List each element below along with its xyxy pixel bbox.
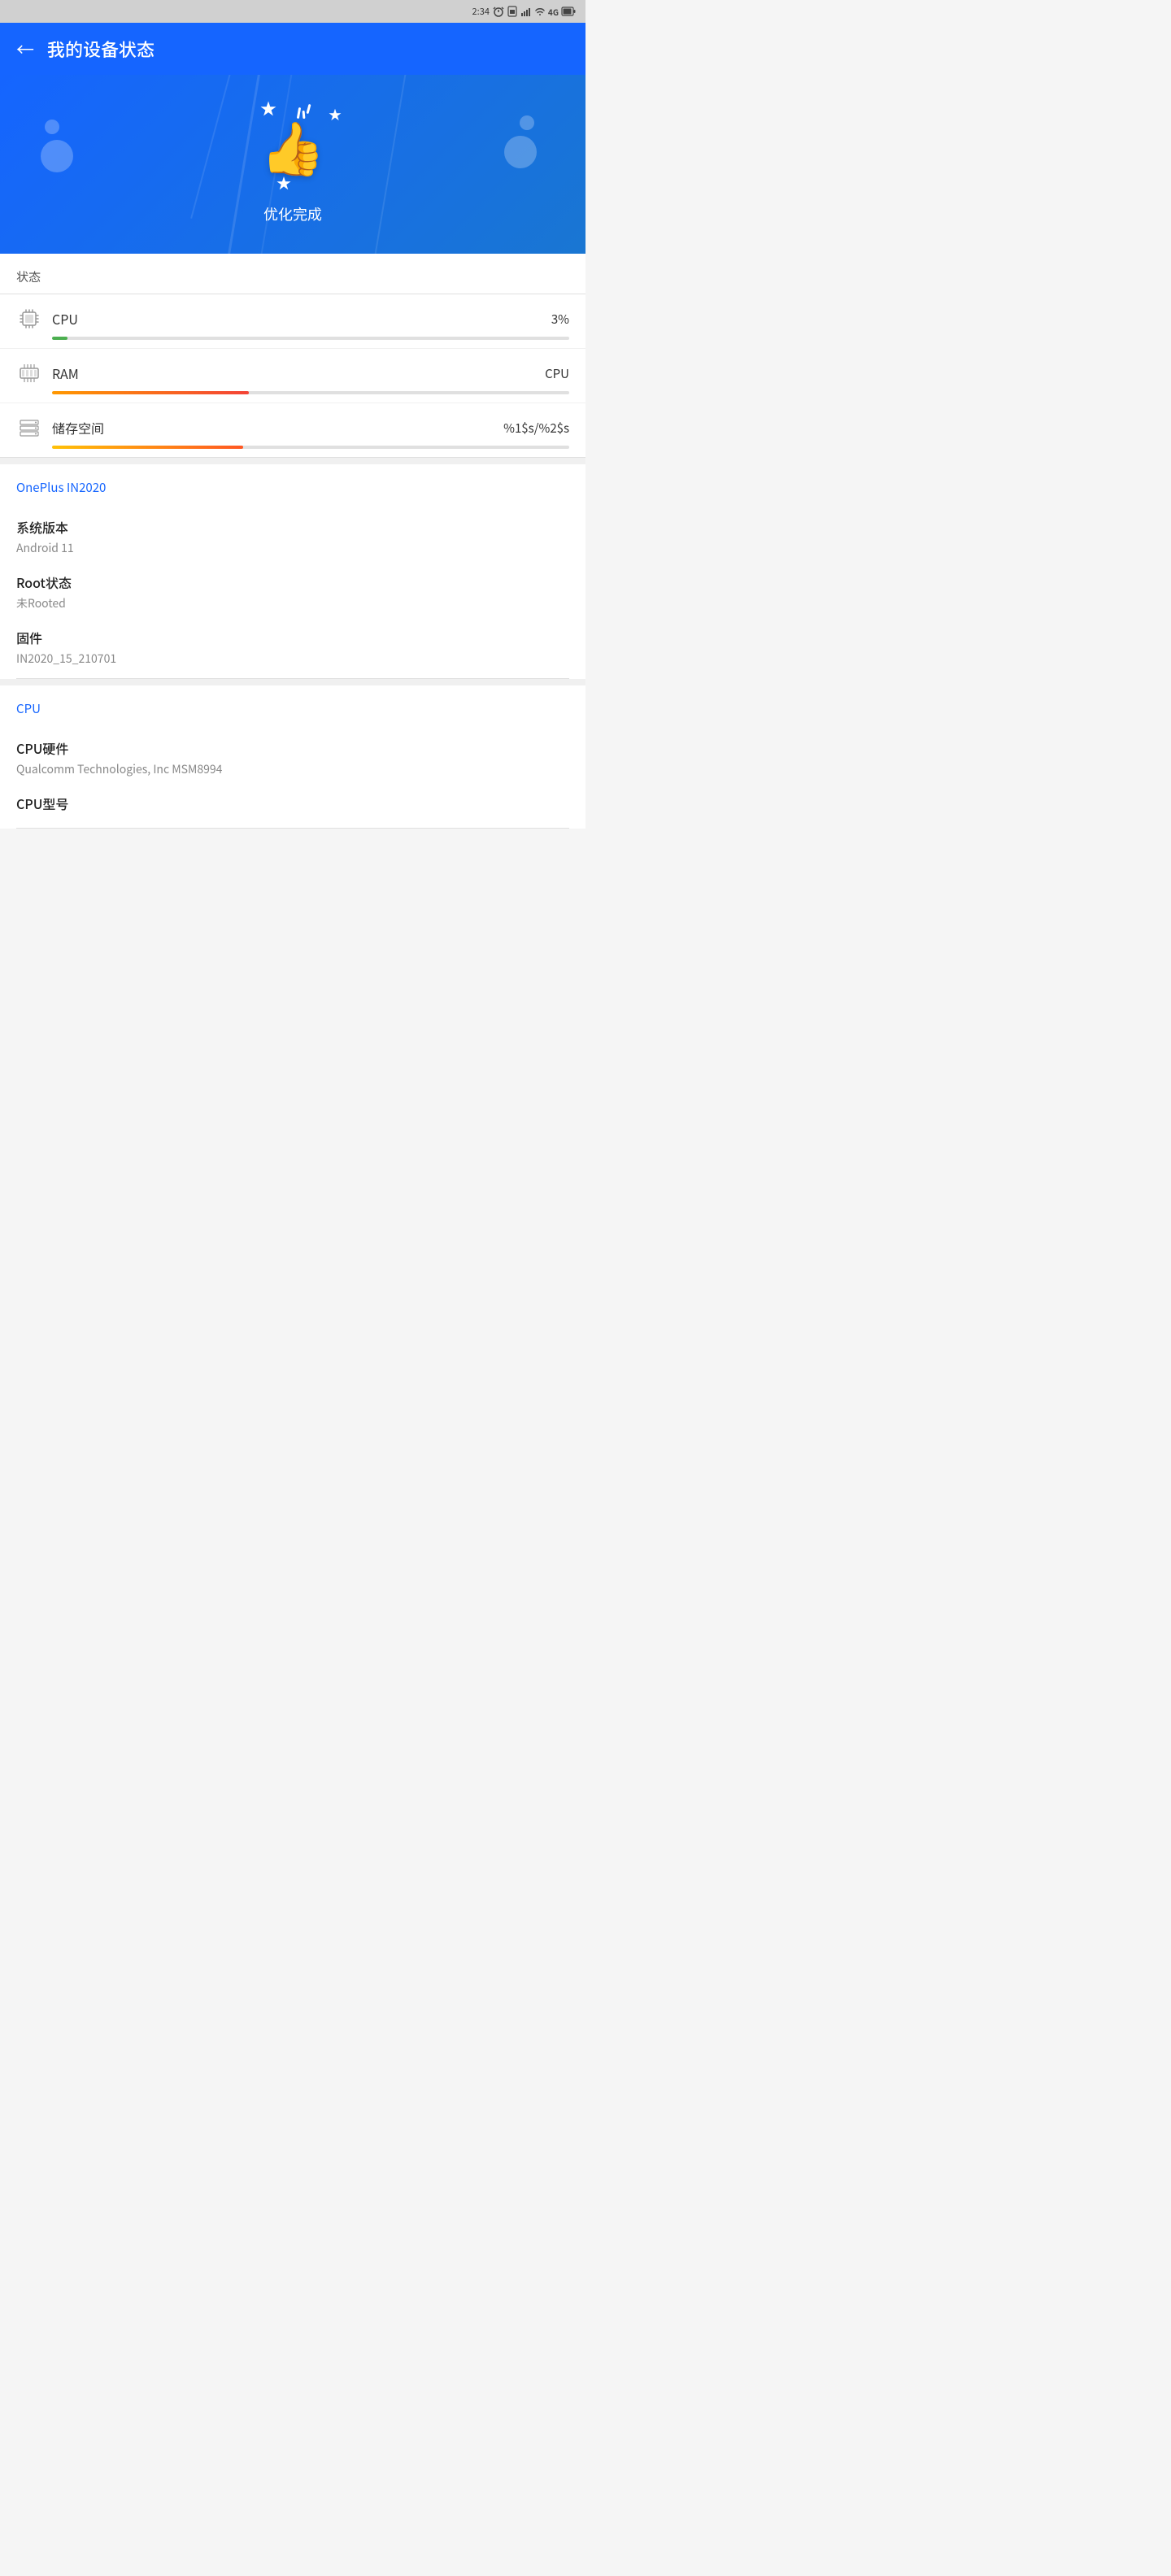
firmware-label: 固件 xyxy=(16,628,569,647)
cpu-value: 3% xyxy=(551,311,569,328)
divider-2 xyxy=(0,679,586,685)
device-group-title: OnePlus IN2020 xyxy=(16,464,569,504)
firmware-value: IN2020_15_210701 xyxy=(16,651,569,667)
hero-banner: ★ ★ ★ 👍 优化完成 xyxy=(0,75,586,254)
cpu-hardware-label: CPU硬件 xyxy=(16,738,569,758)
toolbar: ← 我的设备状态 xyxy=(0,23,586,75)
ram-value: CPU xyxy=(545,365,569,382)
cpu-chip-icon xyxy=(18,307,41,330)
star-1: ★ xyxy=(260,96,276,120)
main-content: 状态 xyxy=(0,254,586,829)
status-bar: 2:34 4G xyxy=(0,0,586,23)
system-version-value: Android 11 xyxy=(16,540,569,556)
root-status-item: Root状态 未Rooted xyxy=(16,559,569,615)
system-version-item: 系统版本 Android 11 xyxy=(16,504,569,559)
firmware-item: 固件 IN2020_15_210701 xyxy=(16,615,569,670)
cpu-progress-bar xyxy=(52,337,569,340)
star-2: ★ xyxy=(329,104,342,124)
storage-icon-container xyxy=(16,415,42,441)
device-group: OnePlus IN2020 系统版本 Android 11 Root状态 未R… xyxy=(16,464,569,679)
cpu-label: CPU xyxy=(52,309,542,329)
cpu-model-label: CPU型号 xyxy=(16,794,569,813)
signal-icon xyxy=(520,6,532,17)
ram-icon-container xyxy=(16,360,42,386)
storage-label: 储存空间 xyxy=(52,418,494,437)
ram-item-row: RAM CPU xyxy=(16,360,569,386)
wifi-icon xyxy=(534,6,546,17)
ram-progress-fill xyxy=(52,391,249,394)
hero-thumbs-container: ★ ★ ★ 👍 xyxy=(244,96,342,194)
storage-value: %1$s/%2$s xyxy=(503,420,569,437)
storage-item-row: 储存空间 %1$s/%2$s xyxy=(16,415,569,441)
root-status-label: Root状态 xyxy=(16,572,569,592)
back-button[interactable]: ← xyxy=(16,36,34,62)
ram-progress-bar xyxy=(52,391,569,394)
cpu-group-title: CPU xyxy=(16,685,569,725)
storage-progress-fill xyxy=(52,446,243,449)
sim-icon xyxy=(507,6,518,17)
alarm-icon xyxy=(493,6,504,17)
storage-status-item: 储存空间 %1$s/%2$s xyxy=(0,403,586,457)
optimization-text: 优化完成 xyxy=(263,203,322,224)
star-3: ★ xyxy=(276,172,291,194)
cpu-hardware-value: Qualcomm Technologies, Inc MSM8994 xyxy=(16,761,569,777)
system-version-label: 系统版本 xyxy=(16,517,569,537)
battery-icon xyxy=(561,6,576,17)
cpu-icon-container xyxy=(16,306,42,332)
root-status-value: 未Rooted xyxy=(16,595,569,611)
status-heading: 状态 xyxy=(0,254,586,294)
storage-progress-bar xyxy=(52,446,569,449)
ram-chip-icon xyxy=(18,362,41,385)
status-section: 状态 xyxy=(0,254,586,458)
thumbs-up-icon: 👍 xyxy=(260,119,325,171)
status-icons: 4G xyxy=(493,6,576,18)
ram-status-item: RAM CPU xyxy=(0,349,586,403)
cpu-model-item: CPU型号 xyxy=(16,781,569,820)
hero-content: ★ ★ ★ 👍 优化完成 xyxy=(244,96,342,224)
storage-icon xyxy=(18,416,41,439)
cpu-info-section: CPU CPU硬件 Qualcomm Technologies, Inc MSM… xyxy=(0,685,586,829)
cpu-group: CPU CPU硬件 Qualcomm Technologies, Inc MSM… xyxy=(16,685,569,829)
status-time: 2:34 xyxy=(472,5,490,18)
cpu-progress-fill xyxy=(52,337,67,340)
page-title: 我的设备状态 xyxy=(47,36,155,62)
ram-label: RAM xyxy=(52,363,535,383)
cpu-status-item: CPU 3% xyxy=(0,294,586,349)
divider-1 xyxy=(0,458,586,464)
device-info-section: OnePlus IN2020 系统版本 Android 11 Root状态 未R… xyxy=(0,464,586,679)
cpu-item-row: CPU 3% xyxy=(16,306,569,332)
cpu-hardware-item: CPU硬件 Qualcomm Technologies, Inc MSM8994 xyxy=(16,725,569,781)
4g-label: 4G xyxy=(548,6,559,18)
